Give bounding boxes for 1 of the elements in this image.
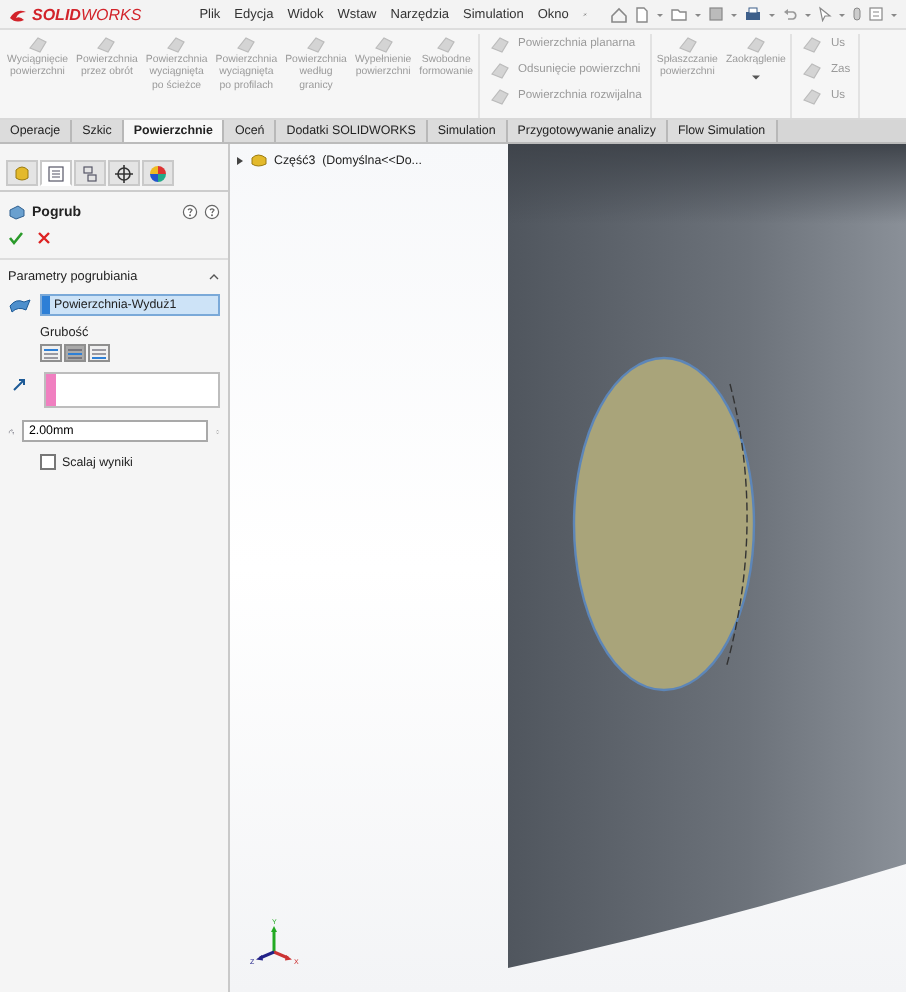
app-logo: SOLIDWORKS	[32, 5, 142, 23]
